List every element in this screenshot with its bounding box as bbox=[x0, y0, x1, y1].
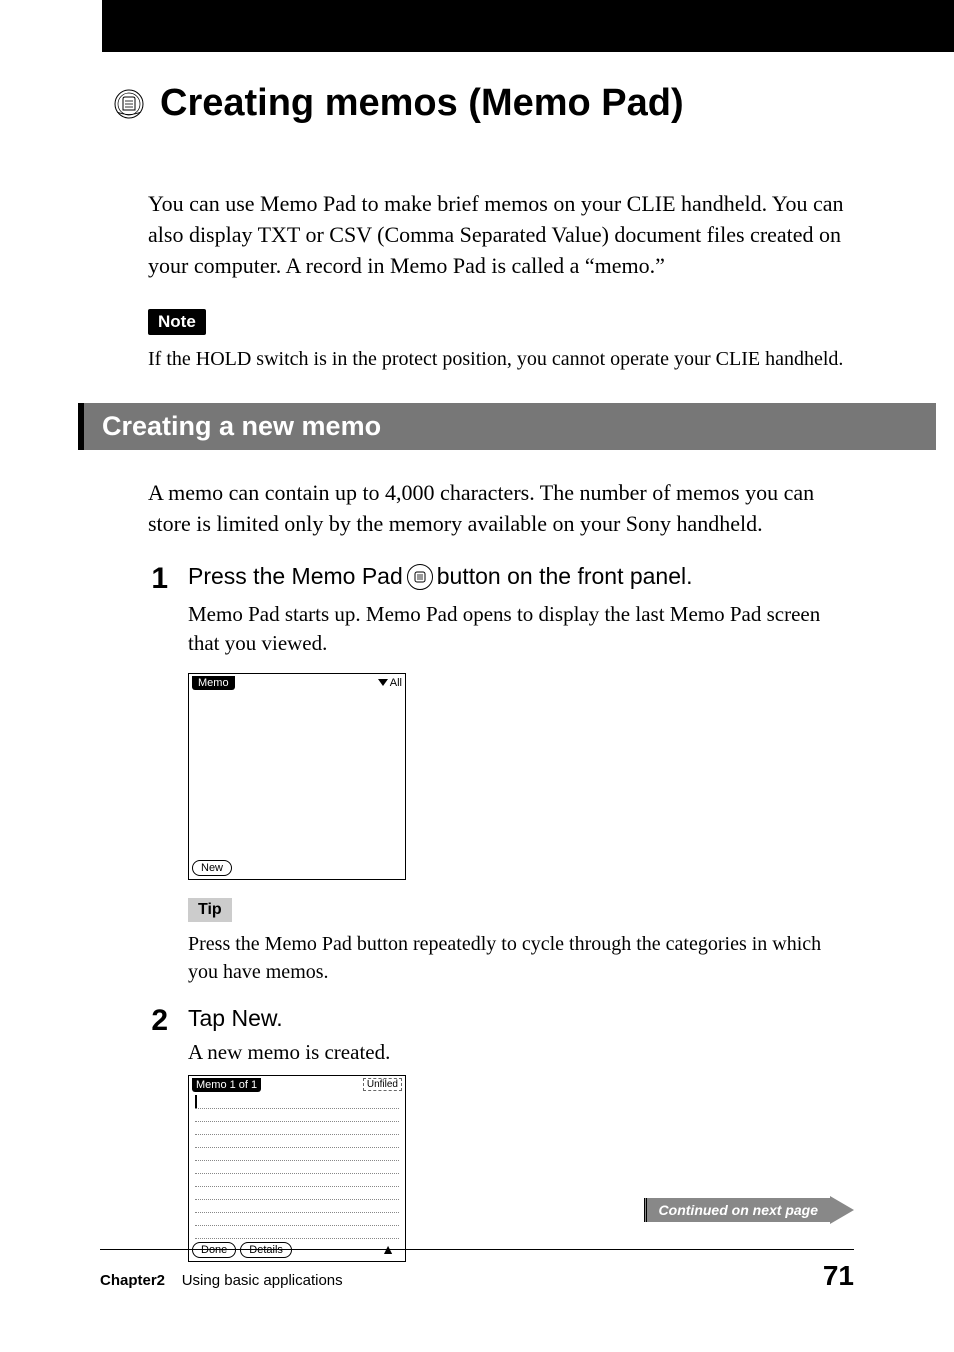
step-2-title: Tap New. bbox=[188, 1004, 854, 1034]
category-label: All bbox=[390, 677, 402, 689]
memo-pad-icon bbox=[112, 87, 146, 121]
step-1: 1 Press the Memo Pad button on the front… bbox=[148, 562, 854, 986]
intro-paragraph: You can use Memo Pad to make brief memos… bbox=[148, 189, 854, 281]
continued-arrow-icon bbox=[830, 1196, 854, 1224]
step-1-title-part-a: Press the Memo Pad bbox=[188, 562, 403, 592]
note-badge: Note bbox=[148, 309, 206, 335]
step-number: 2 bbox=[148, 1004, 168, 1262]
step-1-title: Press the Memo Pad button on the front p… bbox=[188, 562, 854, 592]
memo-edit-screenshot: Memo 1 of 1 Unfiled bbox=[188, 1075, 406, 1262]
tip-text: Press the Memo Pad button repeatedly to … bbox=[188, 930, 854, 986]
footer-chapter: Chapter2 bbox=[100, 1272, 165, 1289]
page-title-row: Creating memos (Memo Pad) bbox=[112, 82, 954, 125]
page-footer: Chapter2 Using basic applications 71 bbox=[100, 1249, 854, 1292]
new-button[interactable]: New bbox=[192, 860, 232, 876]
step-body: Press the Memo Pad button on the front p… bbox=[188, 562, 854, 986]
step-number: 1 bbox=[148, 562, 168, 986]
memo-tab[interactable]: Memo bbox=[192, 676, 235, 690]
dropdown-triangle-icon bbox=[378, 679, 388, 686]
footer-left: Chapter2 Using basic applications bbox=[100, 1272, 343, 1289]
text-cursor bbox=[195, 1095, 197, 1108]
screenshot-header: Memo 1 of 1 Unfiled bbox=[189, 1076, 405, 1094]
step-2-desc: A new memo is created. bbox=[188, 1038, 854, 1067]
memo-text-area[interactable] bbox=[189, 1094, 405, 1239]
step-1-title-part-b: button on the front panel. bbox=[437, 562, 693, 592]
memo-list-screenshot: Memo All New bbox=[188, 673, 406, 880]
footer-label: Using basic applications bbox=[182, 1272, 343, 1289]
steps-list: 1 Press the Memo Pad button on the front… bbox=[148, 562, 854, 1262]
section-heading: Creating a new memo bbox=[102, 411, 918, 442]
page-content: Creating memos (Memo Pad) You can use Me… bbox=[0, 82, 954, 1262]
continued-flag: Continued on next page bbox=[644, 1196, 854, 1224]
tip-badge: Tip bbox=[188, 898, 232, 922]
category-dropdown[interactable]: All bbox=[378, 677, 402, 689]
continued-text: Continued on next page bbox=[644, 1198, 830, 1222]
category-selector[interactable]: Unfiled bbox=[363, 1078, 402, 1091]
memo-pad-button-icon bbox=[407, 564, 433, 590]
note-text: If the HOLD switch is in the protect pos… bbox=[148, 345, 854, 373]
top-black-bar bbox=[102, 0, 954, 52]
section-intro: A memo can contain up to 4,000 character… bbox=[148, 478, 854, 540]
step-1-desc: Memo Pad starts up. Memo Pad opens to di… bbox=[188, 600, 854, 659]
memo-list-area[interactable] bbox=[189, 692, 405, 857]
screenshot-header: Memo All bbox=[189, 674, 405, 692]
memo-counter-tab: Memo 1 of 1 bbox=[192, 1078, 261, 1092]
screenshot-footer: New bbox=[189, 857, 405, 879]
page-title: Creating memos (Memo Pad) bbox=[160, 82, 684, 125]
section-heading-bar: Creating a new memo bbox=[78, 403, 936, 450]
page-number: 71 bbox=[823, 1260, 854, 1292]
